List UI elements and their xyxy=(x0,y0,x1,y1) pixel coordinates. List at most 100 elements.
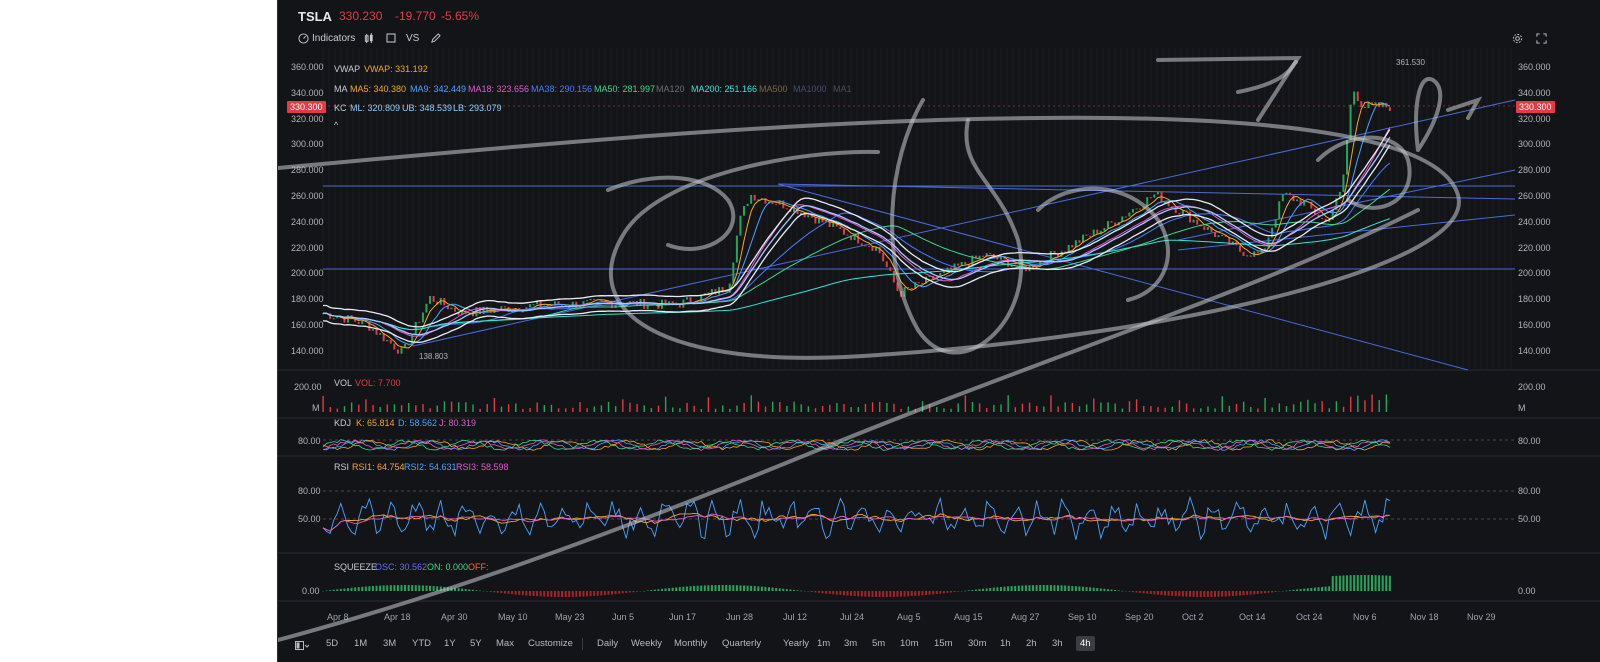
interval-button-15m[interactable]: 15m xyxy=(934,638,952,649)
interval-button-quarterly[interactable]: Quarterly xyxy=(722,638,761,649)
range-button-1y[interactable]: 1Y xyxy=(444,638,456,649)
squeeze-bar xyxy=(1363,575,1366,591)
low-marker-label: 138.803 xyxy=(419,352,448,361)
volume-bar xyxy=(864,403,867,412)
volume-bar xyxy=(1143,405,1145,412)
volume-bar xyxy=(1107,402,1109,412)
volume-bar xyxy=(386,404,389,412)
squeeze-bar xyxy=(1206,591,1209,597)
squeeze-bar xyxy=(817,591,820,593)
settings-button[interactable] xyxy=(1512,30,1523,46)
range-button-5d[interactable]: 5D xyxy=(326,638,338,649)
volume-bar xyxy=(1157,407,1159,412)
squeeze-bar xyxy=(603,591,606,596)
chart-canvas[interactable] xyxy=(278,48,1600,608)
squeeze-bar xyxy=(593,591,596,596)
compare-button[interactable]: VS xyxy=(406,30,419,46)
range-button-customize[interactable]: Customize xyxy=(528,638,573,649)
interval-button-1h[interactable]: 1h xyxy=(1000,638,1011,649)
volume-bar xyxy=(936,406,938,412)
compare-label: VS xyxy=(406,32,420,44)
interval-button-10m[interactable]: 10m xyxy=(900,638,918,649)
squeeze-bar xyxy=(1328,586,1331,591)
range-button-ytd[interactable]: YTD xyxy=(412,638,431,649)
price-candle xyxy=(964,261,967,265)
volume-bar xyxy=(457,402,460,412)
squeeze-bar xyxy=(1324,586,1327,591)
squeeze-bar xyxy=(660,588,663,591)
volume-bar xyxy=(978,403,981,412)
squeeze-bar xyxy=(439,586,442,591)
squeeze-bar xyxy=(1081,586,1084,591)
squeeze-bar xyxy=(418,585,421,591)
squeeze-bar xyxy=(1378,575,1381,591)
volume-bar xyxy=(986,407,988,412)
draw-button[interactable] xyxy=(430,30,441,46)
interval-button-weekly[interactable]: Weekly xyxy=(631,638,662,649)
squeeze-bar xyxy=(1267,591,1270,593)
range-button-1m[interactable]: 1M xyxy=(354,638,367,649)
time-axis-label: Jun 17 xyxy=(669,612,697,622)
rsi-axis-mid-left: 50.00 xyxy=(298,514,321,524)
volume-bar xyxy=(1043,406,1045,412)
time-axis-label: Apr 30 xyxy=(441,612,468,622)
interval-button-monthly[interactable]: Monthly xyxy=(674,638,707,649)
range-button-5y[interactable]: 5Y xyxy=(470,638,482,649)
squeeze-bar xyxy=(1210,591,1213,597)
price-candle xyxy=(1249,255,1252,257)
price-candle xyxy=(910,287,913,289)
interval-button-daily[interactable]: Daily xyxy=(597,638,618,649)
chart-type-button[interactable] xyxy=(364,30,374,46)
price-axis-label: 300.000 xyxy=(1518,139,1551,150)
price-candle xyxy=(532,304,535,306)
squeeze-bar xyxy=(1114,589,1117,591)
volume-bar xyxy=(921,401,924,412)
squeeze-bar xyxy=(564,591,567,597)
squeeze-bar xyxy=(949,591,952,593)
indicators-button[interactable]: Indicators xyxy=(298,30,355,46)
fullscreen-button[interactable] xyxy=(1536,30,1547,46)
squeeze-bar xyxy=(621,591,624,594)
vol-axis-left: 200.00 xyxy=(294,382,322,392)
interval-button-3m[interactable]: 3m xyxy=(844,638,857,649)
squeeze-bar xyxy=(735,585,738,591)
squeeze-bar xyxy=(924,591,927,596)
squeeze-bar xyxy=(1099,588,1102,591)
rsi2-value: RSI2: 54.631 xyxy=(404,462,457,472)
interval-button-5m[interactable]: 5m xyxy=(872,638,885,649)
interval-button-3h[interactable]: 3h xyxy=(1052,638,1063,649)
volume-bar xyxy=(879,401,881,412)
squeeze-bar xyxy=(885,591,888,597)
interval-button-4h[interactable]: 4h xyxy=(1076,636,1095,651)
interval-button-1m[interactable]: 1m xyxy=(817,638,830,649)
vol-value: VOL: 7.700 xyxy=(355,378,401,388)
last-price: 330.230 xyxy=(339,9,383,23)
volume-bar xyxy=(1278,403,1281,412)
ma200-value: MA200: 251.166 xyxy=(691,84,758,94)
volume-bar xyxy=(1342,406,1345,412)
range-button-max[interactable]: Max xyxy=(496,638,514,649)
interval-button-30m[interactable]: 30m xyxy=(968,638,986,649)
squeeze-bar xyxy=(600,591,603,596)
volume-bar xyxy=(757,401,760,412)
volume-bar xyxy=(1128,401,1131,412)
squeeze-bar xyxy=(1299,589,1302,591)
squeeze-bar xyxy=(957,591,960,592)
squeeze-bar xyxy=(411,585,414,591)
squeeze-bar xyxy=(1189,591,1192,597)
collapse-legend-button[interactable]: ^ xyxy=(334,120,338,130)
interval-button-yearly[interactable]: Yearly xyxy=(783,638,809,649)
squeeze-bar xyxy=(518,591,521,595)
time-axis-label: Aug 15 xyxy=(954,612,983,622)
squeeze-bar xyxy=(821,591,824,594)
price-axis-label: 180.000 xyxy=(1518,294,1551,305)
range-button-3m[interactable]: 3M xyxy=(383,638,396,649)
volume-bar xyxy=(1357,395,1359,412)
squeeze-bar xyxy=(678,587,681,591)
squeeze-bar xyxy=(685,586,688,591)
interval-button-2h[interactable]: 2h xyxy=(1026,638,1037,649)
price-axis-label: 280.000 xyxy=(1518,165,1551,176)
layout-button[interactable] xyxy=(386,30,396,46)
price-axis-label: 340.000 xyxy=(1518,87,1551,98)
panel-layout-button[interactable] xyxy=(295,638,310,656)
